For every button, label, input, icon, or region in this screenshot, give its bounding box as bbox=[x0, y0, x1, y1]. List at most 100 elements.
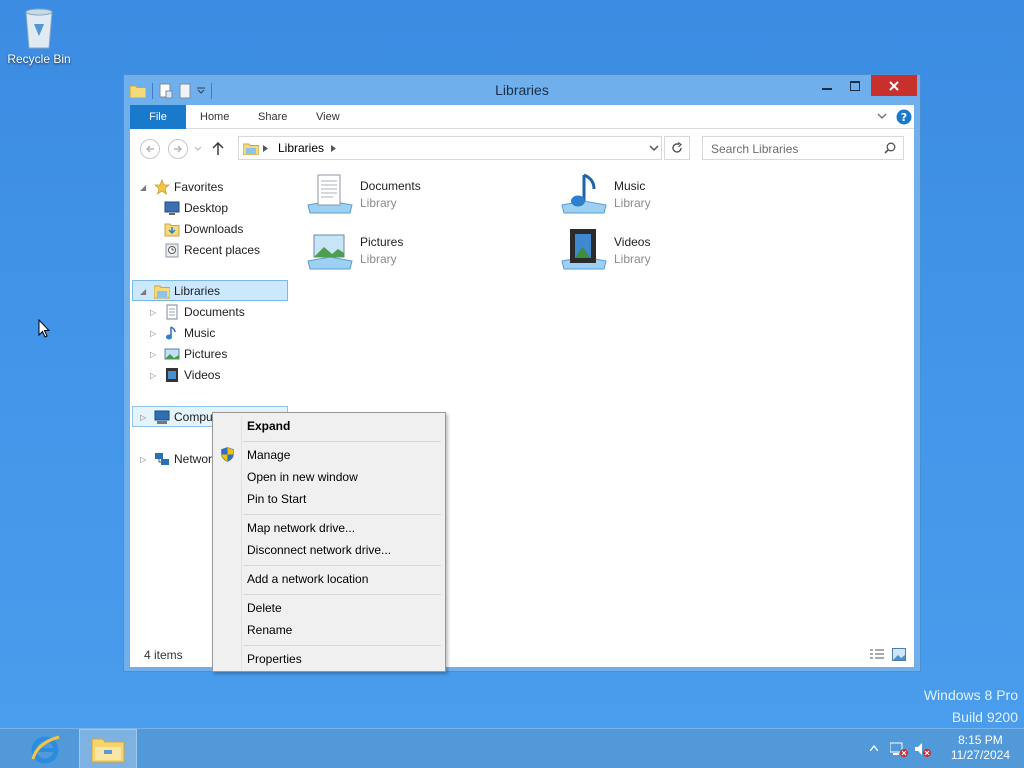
recycle-bin-shortcut[interactable]: Recycle Bin bbox=[4, 4, 74, 66]
pictures-icon bbox=[164, 348, 180, 360]
recycle-bin-label: Recycle Bin bbox=[7, 52, 71, 66]
ribbon-tabs: File Home Share View ? bbox=[130, 105, 914, 129]
menu-item-delete[interactable]: Delete bbox=[215, 597, 443, 619]
tree-item-music[interactable]: ▷ Music bbox=[150, 323, 215, 343]
tree-label: Downloads bbox=[184, 222, 244, 236]
library-name: Videos bbox=[614, 235, 651, 249]
desktop-icon bbox=[164, 201, 180, 215]
minimize-icon bbox=[822, 87, 832, 90]
library-item-pictures[interactable]: Pictures Library bbox=[306, 227, 556, 277]
maximize-icon bbox=[850, 80, 860, 91]
network-status-icon[interactable] bbox=[890, 741, 908, 757]
tree-network[interactable]: ▷ Network bbox=[140, 449, 218, 469]
expand-arrow-icon[interactable]: ▷ bbox=[150, 329, 160, 338]
minimize-button[interactable] bbox=[814, 75, 840, 96]
tree-computer[interactable]: ▷ Compute bbox=[140, 407, 223, 427]
volume-muted-icon[interactable] bbox=[914, 741, 932, 757]
library-type: Library bbox=[360, 196, 397, 210]
menu-item-pin-to-start[interactable]: Pin to Start bbox=[215, 488, 443, 510]
tree-label: Pictures bbox=[184, 347, 228, 361]
system-clock[interactable]: 8:15 PM 11/27/2024 bbox=[951, 733, 1010, 763]
tree-label: Recent places bbox=[184, 243, 261, 257]
clock-time: 8:15 PM bbox=[958, 733, 1003, 747]
network-icon bbox=[155, 453, 169, 465]
collapse-arrow-icon[interactable]: ◢ bbox=[140, 287, 150, 296]
menu-item-manage[interactable]: Manage bbox=[215, 444, 443, 466]
forward-button[interactable] bbox=[168, 139, 188, 159]
help-icon[interactable]: ? bbox=[896, 109, 912, 125]
expand-arrow-icon[interactable]: ▷ bbox=[150, 371, 160, 380]
library-item-videos[interactable]: Videos Library bbox=[560, 227, 810, 277]
menu-item-open-new-window[interactable]: Open in new window bbox=[215, 466, 443, 488]
tab-view[interactable]: View bbox=[316, 105, 340, 129]
windows-watermark: Windows 8 Pro Build 9200 bbox=[924, 684, 1018, 728]
refresh-icon bbox=[672, 142, 682, 153]
up-arrow-icon[interactable] bbox=[212, 142, 224, 156]
tab-share[interactable]: Share bbox=[258, 105, 287, 129]
back-button[interactable] bbox=[140, 139, 160, 159]
recent-locations-icon[interactable] bbox=[194, 146, 202, 152]
menu-item-map-network-drive[interactable]: Map network drive... bbox=[215, 517, 443, 539]
refresh-button[interactable] bbox=[664, 136, 690, 160]
expand-arrow-icon[interactable]: ▷ bbox=[140, 455, 150, 464]
close-button[interactable] bbox=[871, 75, 917, 96]
tree-label: Documents bbox=[184, 305, 245, 319]
breadcrumb-chevron-icon[interactable] bbox=[263, 145, 268, 152]
recent-places-icon bbox=[165, 243, 179, 258]
tree-item-recent-places[interactable]: Recent places bbox=[160, 240, 260, 260]
address-path[interactable]: Libraries bbox=[278, 141, 324, 155]
menu-item-properties[interactable]: Properties bbox=[215, 648, 443, 670]
taskbar-file-explorer[interactable] bbox=[79, 729, 137, 768]
address-bar[interactable]: Libraries bbox=[238, 136, 662, 160]
large-icons-view-icon[interactable] bbox=[892, 648, 906, 661]
tree-item-videos[interactable]: ▷ Videos bbox=[150, 365, 220, 385]
videos-icon bbox=[166, 368, 178, 382]
library-type: Library bbox=[614, 196, 651, 210]
tree-favorites[interactable]: ◢ Favorites bbox=[140, 177, 223, 197]
show-hidden-icons-icon[interactable] bbox=[870, 745, 878, 751]
item-count: 4 items bbox=[144, 648, 183, 662]
tree-item-pictures[interactable]: ▷ Pictures bbox=[150, 344, 227, 364]
breadcrumb-chevron-icon[interactable] bbox=[331, 145, 336, 152]
tree-item-desktop[interactable]: Desktop bbox=[160, 198, 228, 218]
libraries-icon bbox=[243, 143, 259, 155]
watermark-edition: Windows 8 Pro bbox=[923, 687, 1018, 703]
tree-item-downloads[interactable]: Downloads bbox=[160, 219, 243, 239]
menu-item-add-network-location[interactable]: Add a network location bbox=[215, 568, 443, 590]
title-bar[interactable]: Libraries bbox=[124, 75, 920, 105]
details-view-icon[interactable] bbox=[870, 649, 884, 661]
recycle-bin-icon bbox=[22, 4, 56, 50]
search-placeholder: Search Libraries bbox=[711, 142, 799, 156]
expand-arrow-icon[interactable]: ▷ bbox=[150, 308, 160, 317]
menu-item-rename[interactable]: Rename bbox=[215, 619, 443, 641]
library-item-music[interactable]: Music Library bbox=[560, 171, 810, 221]
expand-arrow-icon[interactable]: ▷ bbox=[150, 350, 160, 359]
menu-separator bbox=[243, 441, 441, 442]
menu-item-disconnect-network-drive[interactable]: Disconnect network drive... bbox=[215, 539, 443, 561]
address-dropdown-icon[interactable] bbox=[649, 145, 659, 153]
expand-arrow-icon[interactable]: ▷ bbox=[140, 413, 150, 422]
star-icon bbox=[154, 179, 170, 195]
tab-file[interactable]: File bbox=[130, 105, 186, 129]
context-menu: Expand Manage Open in new window Pin to … bbox=[212, 412, 446, 672]
music-icon bbox=[166, 326, 176, 340]
window-title: Libraries bbox=[495, 82, 549, 98]
collapse-arrow-icon[interactable]: ◢ bbox=[140, 183, 150, 192]
library-name: Pictures bbox=[360, 235, 404, 249]
menu-item-expand[interactable]: Expand bbox=[215, 415, 443, 437]
tree-label: Libraries bbox=[174, 284, 221, 298]
menu-separator bbox=[243, 565, 441, 566]
expand-ribbon-icon[interactable] bbox=[877, 113, 887, 121]
file-explorer-icon bbox=[91, 738, 125, 763]
tree-label: Desktop bbox=[184, 201, 229, 215]
search-input[interactable]: Search Libraries bbox=[702, 136, 904, 160]
watermark-build: Build 9200 bbox=[951, 709, 1018, 725]
tree-item-documents[interactable]: ▷ Documents bbox=[150, 302, 245, 322]
maximize-button[interactable] bbox=[842, 75, 868, 96]
music-library-icon bbox=[561, 173, 607, 214]
library-item-documents[interactable]: Documents Library bbox=[306, 171, 556, 221]
taskbar-internet-explorer[interactable] bbox=[16, 729, 74, 768]
menu-separator bbox=[243, 594, 441, 595]
tree-libraries[interactable]: ◢ Libraries bbox=[140, 281, 220, 301]
tab-home[interactable]: Home bbox=[200, 105, 229, 129]
